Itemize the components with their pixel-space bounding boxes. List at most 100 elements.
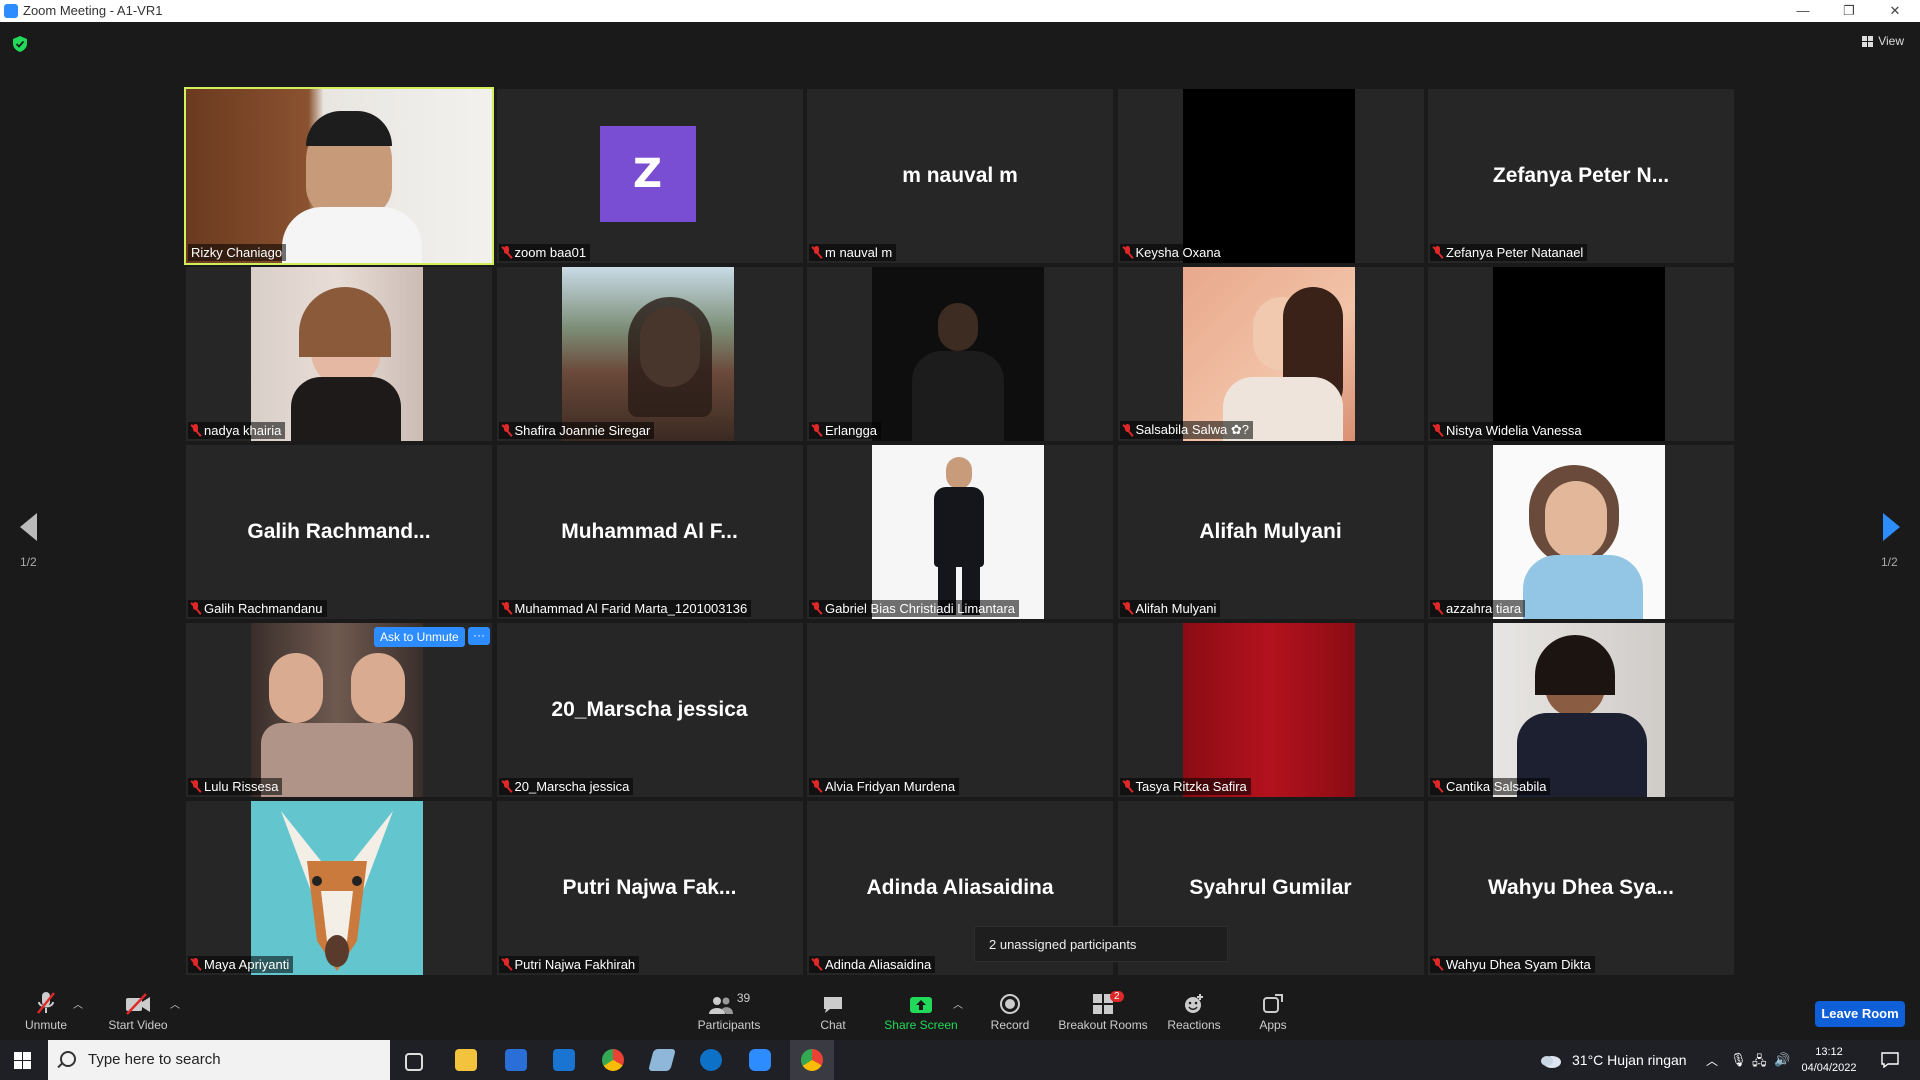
participant-name-label: zoom baa01 [498, 244, 591, 261]
participant-tile[interactable]: Maya Apriyanti [186, 801, 492, 975]
participant-tile[interactable]: Alvia Fridyan Murdena [807, 623, 1113, 797]
leave-room-button[interactable]: Leave Room [1815, 1001, 1905, 1027]
participant-display-name: Zefanya Peter N... [1492, 164, 1670, 187]
file-explorer-icon[interactable] [455, 1049, 477, 1071]
next-page-arrow-icon[interactable] [1883, 513, 1900, 541]
unmute-button[interactable]: Unmute [18, 991, 74, 1032]
zoom-taskbar-icon[interactable] [749, 1049, 771, 1071]
chat-button[interactable]: Chat [814, 991, 852, 1032]
clock[interactable]: 13:12 04/04/2022 [1798, 1044, 1860, 1076]
muted-microphone-icon [37, 992, 55, 1014]
share-options-caret-icon[interactable]: ︿ [953, 996, 963, 1011]
notifications-icon[interactable] [1881, 1052, 1899, 1068]
participant-video [1493, 623, 1665, 797]
participant-tile[interactable]: Zefanya Peter N... Zefanya Peter Natanae… [1428, 89, 1734, 263]
participant-name-label: Salsabila Salwa ✿? [1119, 421, 1254, 439]
participant-name-label: Alvia Fridyan Murdena [809, 778, 960, 795]
participant-tile[interactable]: Rizky Chaniago [184, 87, 494, 265]
participant-name-label: Lulu Rissesa [188, 778, 283, 795]
windows-start-icon[interactable] [14, 1052, 31, 1069]
ask-to-unmute-button[interactable]: Ask to Unmute [374, 627, 465, 647]
participant-tile[interactable]: Wahyu Dhea Sya... Wahyu Dhea Syam Dikta [1428, 801, 1734, 975]
participant-tile[interactable]: azzahra tiara [1428, 445, 1734, 619]
grid-view-icon [1862, 35, 1874, 47]
start-video-button[interactable]: Start Video [104, 991, 172, 1032]
participants-button[interactable]: 39 Participants [690, 991, 768, 1032]
participant-name-label: azzahra tiara [1430, 600, 1526, 617]
participant-video [872, 445, 1044, 619]
participant-video [1182, 623, 1355, 797]
video-options-caret-icon[interactable]: ︿ [170, 996, 180, 1011]
teamviewer-icon[interactable] [700, 1049, 722, 1071]
participant-tile[interactable]: Salsabila Salwa ✿? [1117, 267, 1424, 441]
participant-tile[interactable]: Nistya Widelia Vanessa [1428, 267, 1734, 441]
security-shield-icon[interactable] [13, 36, 27, 52]
participant-video [1493, 267, 1665, 441]
record-label: Record [990, 1018, 1030, 1032]
muted-mic-icon [502, 424, 511, 437]
muted-mic-icon [191, 602, 200, 615]
participant-tile[interactable]: Keysha Oxana [1117, 89, 1424, 263]
restore-button[interactable]: ❐ [1826, 0, 1872, 22]
active-chrome-task[interactable] [790, 1040, 834, 1080]
microphone-tray-icon[interactable]: 🎙 [1730, 1052, 1747, 1068]
participant-name-label: Zefanya Peter Natanael [1430, 244, 1588, 261]
giraffe-avatar-image [281, 811, 393, 971]
network-icon[interactable]: 🖧 [1752, 1052, 1767, 1074]
minimize-button[interactable]: — [1780, 0, 1826, 22]
taskbar-search-box[interactable]: Type here to search [48, 1040, 390, 1080]
participant-name-label: Alifah Mulyani [1119, 600, 1221, 617]
record-button[interactable]: Record [986, 991, 1034, 1032]
share-screen-button[interactable]: Share Screen [882, 991, 960, 1032]
participant-video [186, 89, 492, 263]
participant-tile[interactable]: Erlangga [807, 267, 1113, 441]
chrome-icon[interactable] [602, 1049, 624, 1071]
participant-tile[interactable]: 20_Marscha jessica 20_Marscha jessica [496, 623, 803, 797]
weather-text[interactable]: 31°C Hujan ringan [1572, 1052, 1687, 1068]
participant-tile[interactable]: Shafira Joannie Siregar [496, 267, 803, 441]
start-video-label: Start Video [108, 1018, 168, 1032]
notes-app-icon[interactable] [648, 1049, 676, 1071]
close-button[interactable]: ✕ [1872, 0, 1918, 22]
participant-name-label: Tasya Ritzka Safira [1119, 778, 1251, 795]
participant-tile[interactable]: nadya khairia [186, 267, 492, 441]
muted-mic-icon [502, 780, 511, 793]
previous-page-arrow-icon[interactable] [20, 513, 37, 541]
more-options-button[interactable]: ··· [468, 627, 490, 645]
apps-icon [1263, 994, 1283, 1013]
muted-mic-icon [191, 780, 200, 793]
task-view-icon[interactable] [405, 1053, 423, 1071]
participant-video [1182, 89, 1355, 263]
microsoft-store-icon[interactable] [505, 1049, 527, 1071]
participant-tile[interactable]: Z zoom baa01 [496, 89, 803, 263]
participant-tile[interactable]: m nauval m m nauval m [807, 89, 1113, 263]
show-hidden-icons-caret-icon[interactable]: ︿ [1706, 1052, 1718, 1069]
view-button[interactable]: View [1862, 34, 1904, 48]
apps-button[interactable]: Apps [1254, 991, 1292, 1032]
muted-mic-icon [502, 602, 511, 615]
participant-video [872, 267, 1044, 441]
reactions-icon [1185, 994, 1203, 1013]
participant-name-label: Putri Najwa Fakhirah [498, 956, 640, 973]
mail-icon[interactable] [553, 1049, 575, 1071]
muted-mic-icon [1123, 780, 1132, 793]
participant-tile[interactable]: Galih Rachmand... Galih Rachmandanu [186, 445, 492, 619]
participant-tile[interactable]: Gabriel Bias Christiadi Limantara [807, 445, 1113, 619]
participant-tile[interactable]: Tasya Ritzka Safira [1117, 623, 1424, 797]
audio-options-caret-icon[interactable]: ︿ [73, 996, 83, 1011]
participant-video [561, 267, 734, 441]
participant-tile[interactable]: Muhammad Al F... Muhammad Al Farid Marta… [496, 445, 803, 619]
participant-tile[interactable]: Alifah Mulyani Alifah Mulyani [1117, 445, 1424, 619]
participant-tile[interactable]: Ask to Unmute ··· Lulu Rissesa [186, 623, 492, 797]
unassigned-participants-tooltip: 2 unassigned participants [974, 926, 1228, 962]
volume-icon[interactable]: 🔊 [1774, 1052, 1790, 1068]
participant-tile[interactable]: Putri Najwa Fak... Putri Najwa Fakhirah [496, 801, 803, 975]
participant-video [1493, 445, 1665, 619]
search-placeholder: Type here to search [88, 1051, 221, 1068]
participant-display-name: Alifah Mulyani [1199, 520, 1342, 543]
chat-label: Chat [820, 1018, 846, 1032]
reactions-button[interactable]: Reactions [1166, 991, 1222, 1032]
muted-mic-icon [191, 958, 200, 971]
participant-tile[interactable]: Cantika Salsabila [1428, 623, 1734, 797]
breakout-rooms-button[interactable]: 2 Breakout Rooms [1056, 991, 1150, 1032]
